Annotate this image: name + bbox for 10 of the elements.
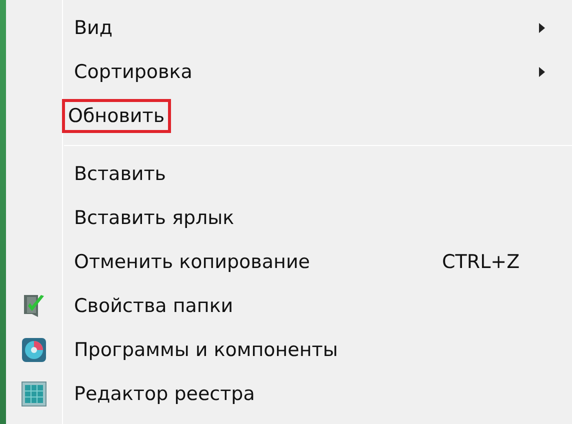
shortcut-text: CTRL+Z bbox=[442, 251, 520, 273]
menu-item[interactable]: Сортировка bbox=[68, 57, 198, 87]
menu-item[interactable]: Редактор реестра bbox=[68, 379, 261, 409]
menu-item[interactable]: Вставить ярлык bbox=[68, 203, 240, 233]
menu-item[interactable]: Обновить bbox=[62, 99, 171, 133]
menu-item[interactable]: Программы и компоненты bbox=[68, 335, 344, 365]
menu-item[interactable]: Отменить копирование bbox=[68, 247, 316, 277]
menu-item[interactable]: Вставить bbox=[68, 159, 172, 189]
menu-item[interactable]: Вид bbox=[68, 13, 119, 43]
menu-item[interactable]: Свойства папки bbox=[68, 291, 240, 321]
